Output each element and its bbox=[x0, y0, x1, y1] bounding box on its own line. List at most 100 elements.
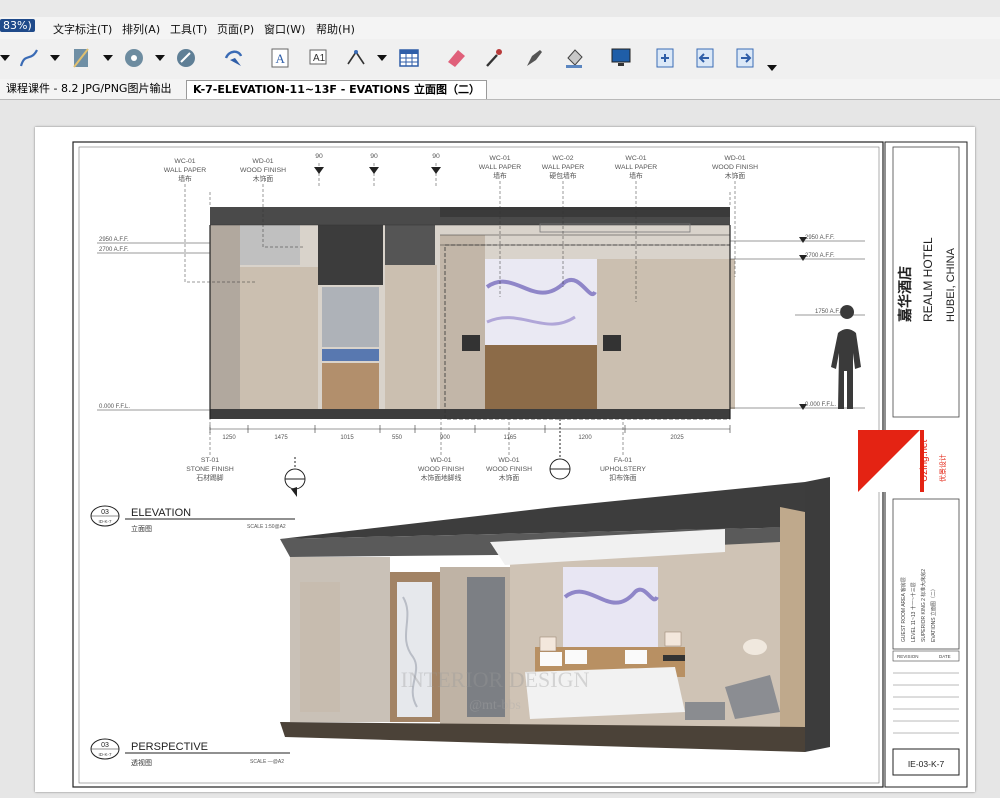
svg-text:WC-01: WC-01 bbox=[625, 155, 646, 162]
svg-text:木饰面地脚线: 木饰面地脚线 bbox=[421, 473, 462, 482]
svg-text:WOOD FINISH: WOOD FINISH bbox=[486, 466, 532, 473]
eyedropper-icon[interactable] bbox=[482, 46, 506, 70]
svg-text:立面图: 立面图 bbox=[131, 524, 152, 533]
fill-tool-icon[interactable] bbox=[70, 46, 94, 70]
svg-text:石材踢脚: 石材踢脚 bbox=[196, 473, 223, 482]
connector-tool-icon[interactable] bbox=[344, 46, 368, 70]
svg-text:REALM HOTEL: REALM HOTEL bbox=[921, 237, 935, 322]
svg-text:墙布: 墙布 bbox=[629, 171, 643, 180]
svg-text:0.000 F.F.L.: 0.000 F.F.L. bbox=[805, 402, 836, 408]
svg-text:WALL PAPER: WALL PAPER bbox=[479, 164, 522, 171]
svg-text:2700 A.F.F.: 2700 A.F.F. bbox=[805, 253, 835, 259]
svg-text:@mt-bbs: @mt-bbs bbox=[469, 698, 521, 713]
svg-text:硬包墙布: 硬包墙布 bbox=[549, 171, 576, 180]
left-lamp bbox=[462, 335, 480, 351]
fill-bucket-icon[interactable] bbox=[562, 46, 586, 70]
previous-page-icon[interactable] bbox=[693, 46, 717, 70]
section-marker-right bbox=[549, 419, 571, 480]
chevron-down-icon[interactable] bbox=[155, 55, 165, 61]
svg-text:550: 550 bbox=[392, 435, 403, 441]
chevron-down-icon[interactable] bbox=[377, 55, 387, 61]
svg-text:INTERIOR DESIGN: INTERIOR DESIGN bbox=[401, 667, 590, 692]
pen-nib-icon[interactable] bbox=[522, 46, 546, 70]
chevron-down-icon[interactable] bbox=[103, 55, 113, 61]
menu-page[interactable]: 页面(P) bbox=[217, 21, 254, 37]
headboard bbox=[485, 345, 597, 409]
artwork-panel-3d bbox=[563, 567, 658, 647]
svg-text:IE-03-K-7: IE-03-K-7 bbox=[908, 759, 945, 769]
svg-text:2950 A.F.F.: 2950 A.F.F. bbox=[99, 237, 129, 243]
chevron-down-icon[interactable] bbox=[50, 55, 60, 61]
svg-text:SUPERIOR KING 2 标准大床房2: SUPERIOR KING 2 标准大床房2 bbox=[920, 569, 927, 642]
tab-elevation-drawing[interactable]: K-7-ELEVATION-11~13F - EVATIONS 立面图（二） bbox=[186, 80, 487, 99]
overflow-menu-icon[interactable] bbox=[767, 65, 777, 71]
chevron-down-icon[interactable] bbox=[0, 55, 10, 61]
section-marker-left bbox=[284, 457, 306, 497]
tab-course-file[interactable]: 课程课件 - 8.2 JPG/PNG图片输出 bbox=[0, 80, 177, 98]
right-lamp bbox=[603, 335, 621, 351]
svg-text:优景设计: 优景设计 bbox=[938, 454, 947, 482]
monitor-icon[interactable] bbox=[609, 46, 633, 70]
svg-text:ID-K-7: ID-K-7 bbox=[98, 519, 111, 524]
svg-text:1200: 1200 bbox=[578, 435, 592, 441]
svg-text:SCALE 1:50@A2: SCALE 1:50@A2 bbox=[247, 524, 286, 530]
table-tool-icon[interactable] bbox=[397, 46, 421, 70]
svg-text:1015: 1015 bbox=[340, 435, 354, 441]
svg-text:1250: 1250 bbox=[222, 435, 236, 441]
menu-help[interactable]: 帮助(H) bbox=[316, 21, 355, 37]
title-block: 嘉华酒店 REALM HOTEL HUBEI, CHINA Uzing.net … bbox=[858, 146, 960, 776]
ring-tool-icon[interactable] bbox=[122, 46, 146, 70]
svg-text:90: 90 bbox=[432, 153, 440, 160]
toolbar: A A1 bbox=[0, 39, 1000, 79]
svg-text:Uzing.net: Uzing.net bbox=[919, 440, 930, 482]
svg-text:A: A bbox=[276, 51, 286, 66]
contour-tool-icon[interactable] bbox=[174, 46, 198, 70]
svg-text:2700 A.F.F.: 2700 A.F.F. bbox=[99, 247, 129, 253]
elevation-drawing: WC-01 WALL PAPER 墙布 WD-01 WOOD FINISH 木饰… bbox=[72, 141, 968, 788]
svg-text:1165: 1165 bbox=[504, 435, 518, 441]
svg-text:REVISION: REVISION bbox=[897, 654, 919, 659]
svg-text:90: 90 bbox=[315, 153, 323, 160]
artistic-text-icon[interactable]: A1 bbox=[306, 46, 330, 70]
text-tool-icon[interactable]: A bbox=[268, 46, 292, 70]
drawing-sheet: WC-01 WALL PAPER 墙布 WD-01 WOOD FINISH 木饰… bbox=[35, 127, 975, 792]
menu-annotate[interactable]: 文字标注(T) bbox=[53, 21, 112, 37]
eraser-icon[interactable] bbox=[444, 46, 468, 70]
pointer-tool-icon[interactable] bbox=[221, 46, 245, 70]
elevation-view bbox=[209, 207, 735, 420]
glass-door bbox=[397, 582, 432, 717]
svg-text:900: 900 bbox=[440, 435, 451, 441]
svg-text:墙布: 墙布 bbox=[178, 174, 192, 183]
svg-text:WD-01: WD-01 bbox=[430, 457, 451, 464]
svg-text:2025: 2025 bbox=[670, 435, 684, 441]
svg-text:扣布饰面: 扣布饰面 bbox=[609, 473, 636, 482]
menu-tools[interactable]: 工具(T) bbox=[170, 21, 207, 37]
svg-text:ELEVATION: ELEVATION bbox=[131, 507, 191, 519]
pen-tool-icon[interactable] bbox=[17, 46, 41, 70]
svg-text:EVATIONS 立面图（二）: EVATIONS 立面图（二） bbox=[930, 586, 937, 642]
svg-text:0.000 F.F.L.: 0.000 F.F.L. bbox=[99, 404, 130, 410]
svg-text:木饰面: 木饰面 bbox=[253, 174, 274, 183]
svg-text:嘉华酒店: 嘉华酒店 bbox=[897, 266, 913, 323]
bottom-callouts: ST-01 STONE FINISH 石材踢脚 WD-01 WOOD FINIS… bbox=[186, 457, 646, 482]
striped-panel bbox=[322, 349, 379, 361]
svg-text:03: 03 bbox=[101, 742, 109, 749]
svg-text:DATE: DATE bbox=[939, 654, 951, 659]
svg-text:PERSPECTIVE: PERSPECTIVE bbox=[131, 741, 208, 753]
add-page-icon[interactable] bbox=[653, 46, 677, 70]
svg-text:透视图: 透视图 bbox=[131, 758, 152, 767]
svg-text:90: 90 bbox=[370, 153, 378, 160]
next-page-icon[interactable] bbox=[733, 46, 757, 70]
menu-window[interactable]: 窗口(W) bbox=[264, 21, 305, 37]
zoom-badge: 83%) bbox=[0, 19, 35, 32]
artwork-panel bbox=[485, 259, 597, 345]
svg-text:WD-01: WD-01 bbox=[724, 155, 745, 162]
svg-text:2950 A.F.F.: 2950 A.F.F. bbox=[805, 235, 835, 241]
drawing-workspace[interactable]: WC-01 WALL PAPER 墙布 WD-01 WOOD FINISH 木饰… bbox=[0, 100, 1000, 798]
svg-text:木饰面: 木饰面 bbox=[499, 473, 520, 482]
menu-arrange[interactable]: 排列(A) bbox=[122, 21, 160, 37]
svg-text:WALL PAPER: WALL PAPER bbox=[164, 167, 207, 174]
menu-bar: 83%) 文字标注(T) 排列(A) 工具(T) 页面(P) 窗口(W) 帮助(… bbox=[0, 17, 1000, 40]
svg-text:WC-01: WC-01 bbox=[174, 158, 195, 165]
company-logo: Uzing.net 优景设计 bbox=[858, 430, 947, 492]
